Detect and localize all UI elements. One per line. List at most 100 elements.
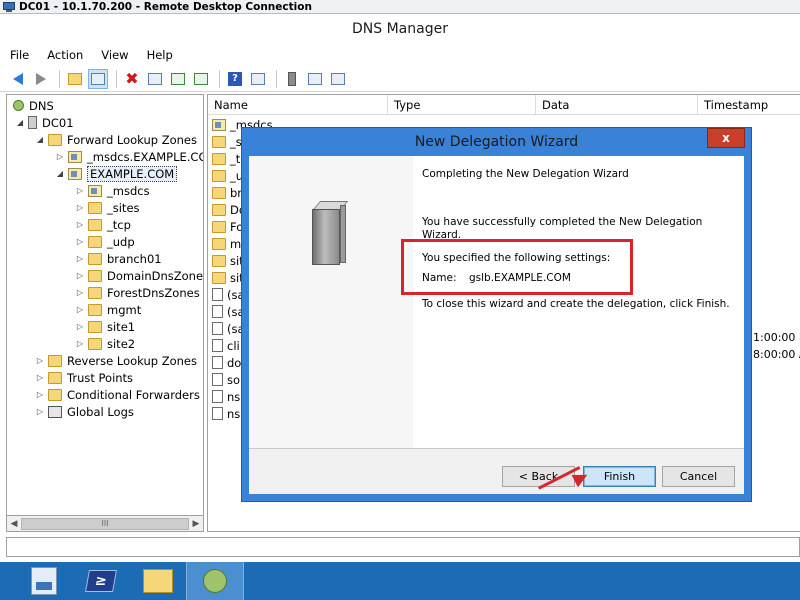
tree-item-msdcs-zone[interactable]: ▷ _msdcs.EXAMPLE.CO: [55, 148, 203, 165]
expand-arrow-icon[interactable]: ▷: [35, 390, 45, 399]
timestamp-cell: 8:00:00 A: [753, 348, 800, 361]
properties-button[interactable]: [145, 69, 165, 89]
expand-arrow-icon[interactable]: ▷: [75, 305, 85, 314]
cancel-button[interactable]: Cancel: [662, 466, 735, 487]
up-one-level-button[interactable]: [65, 69, 85, 89]
console-tree[interactable]: DNS ◢ DC01 ◢ Forward Lookup Zones ▷ _msd…: [6, 94, 204, 516]
tree-item-global-logs[interactable]: ▷ Global Logs: [35, 403, 134, 420]
folder-icon: [88, 286, 102, 299]
delete-button[interactable]: ✖: [122, 69, 142, 89]
expand-arrow-icon[interactable]: ▷: [75, 254, 85, 263]
list-item[interactable]: sit: [212, 269, 244, 286]
folder-icon: [88, 235, 102, 248]
back-arrow-icon: [13, 72, 23, 85]
column-header-type[interactable]: Type: [388, 95, 536, 115]
expand-arrow-icon[interactable]: ▷: [75, 339, 85, 348]
column-header-name[interactable]: Name: [208, 95, 388, 115]
tree-item-conditional-forwarders[interactable]: ▷ Conditional Forwarders: [35, 386, 200, 403]
tree-item-mgmt[interactable]: ▷ mgmt: [75, 301, 141, 318]
collapse-arrow-icon[interactable]: ◢: [15, 118, 25, 127]
tree-item-server[interactable]: ◢ DC01: [15, 114, 74, 131]
show-hide-console-tree-button[interactable]: [88, 68, 108, 89]
server-button[interactable]: [282, 69, 302, 89]
collapse-arrow-icon[interactable]: ◢: [35, 135, 45, 144]
new-record-button[interactable]: [328, 69, 348, 89]
list-item[interactable]: Fo: [212, 218, 243, 235]
column-header-timestamp[interactable]: Timestamp: [698, 95, 800, 115]
taskbar-server-manager[interactable]: [15, 562, 72, 600]
scroll-right-icon[interactable]: ▶: [189, 519, 203, 529]
list-item[interactable]: (sa: [212, 303, 245, 320]
taskbar: ≥: [0, 562, 800, 600]
new-record-icon: [331, 72, 345, 85]
help-button[interactable]: ?: [225, 69, 245, 89]
tree-item-tcp[interactable]: ▷ _tcp: [75, 216, 131, 233]
tree-item-sites[interactable]: ▷ _sites: [75, 199, 140, 216]
toolbar-separator: [116, 69, 117, 88]
list-item[interactable]: br: [212, 184, 242, 201]
expand-arrow-icon[interactable]: ▷: [75, 203, 85, 212]
collapse-arrow-icon[interactable]: ◢: [55, 169, 65, 178]
tree-item-forward-lookup-zones[interactable]: ◢ Forward Lookup Zones: [35, 131, 197, 148]
menu-file[interactable]: File: [10, 48, 29, 62]
record-icon: [212, 322, 223, 335]
back-button[interactable]: [8, 69, 28, 89]
zone-button[interactable]: [305, 69, 325, 89]
expand-arrow-icon[interactable]: ▷: [55, 152, 65, 161]
wizard-title: New Delegation Wizard: [414, 134, 579, 150]
list-item[interactable]: _si: [212, 133, 245, 150]
tree-item-dns[interactable]: DNS: [13, 97, 54, 114]
close-icon: x: [722, 131, 730, 145]
tree-item-site2[interactable]: ▷ site2: [75, 335, 135, 352]
menu-help[interactable]: Help: [147, 48, 173, 62]
menu-action[interactable]: Action: [47, 48, 83, 62]
tree-item-trust-points[interactable]: ▷ Trust Points: [35, 369, 133, 386]
highlight-annotation-box: [401, 239, 633, 295]
menu-view[interactable]: View: [101, 48, 128, 62]
tree-item-domaindnszones[interactable]: ▷ DomainDnsZones: [75, 267, 203, 284]
list-item[interactable]: ns: [212, 388, 240, 405]
scroll-thumb[interactable]: III: [21, 517, 189, 530]
tree-item-msdcs[interactable]: ▷ _msdcs: [75, 182, 150, 199]
export-list-button[interactable]: [191, 69, 211, 89]
tree-item-forestdnszones[interactable]: ▷ ForestDnsZones: [75, 284, 200, 301]
list-item[interactable]: so: [212, 371, 240, 388]
tree-item-site1[interactable]: ▷ site1: [75, 318, 135, 335]
refresh-button[interactable]: [168, 69, 188, 89]
finish-button[interactable]: Finish: [583, 466, 656, 487]
column-header-data[interactable]: Data: [536, 95, 698, 115]
tree-item-udp[interactable]: ▷ _udp: [75, 233, 135, 250]
expand-arrow-icon[interactable]: ▷: [75, 220, 85, 229]
expand-arrow-icon[interactable]: ▷: [75, 322, 85, 331]
scroll-left-icon[interactable]: ◀: [7, 519, 21, 529]
expand-arrow-icon[interactable]: ▷: [35, 407, 45, 416]
list-item[interactable]: ns: [212, 405, 240, 422]
tree-item-branch01[interactable]: ▷ branch01: [75, 250, 162, 267]
taskbar-dns-manager[interactable]: [186, 562, 244, 600]
forward-button[interactable]: [31, 69, 51, 89]
dns-manager-icon: [203, 569, 227, 593]
taskbar-file-explorer[interactable]: [129, 562, 186, 600]
action-pane-button[interactable]: [248, 69, 268, 89]
tree-item-example-zone[interactable]: ◢ EXAMPLE.COM: [55, 165, 178, 182]
list-item[interactable]: m: [212, 235, 241, 252]
list-item[interactable]: do: [212, 354, 241, 371]
tree-item-reverse-lookup-zones[interactable]: ▷ Reverse Lookup Zones: [35, 352, 197, 369]
tree-horizontal-scrollbar[interactable]: ◀ III ▶: [6, 516, 204, 532]
expand-arrow-icon[interactable]: ▷: [35, 356, 45, 365]
folder-icon: [48, 133, 62, 146]
expand-arrow-icon[interactable]: ▷: [75, 271, 85, 280]
expand-arrow-icon[interactable]: ▷: [75, 237, 85, 246]
expand-arrow-icon[interactable]: ▷: [35, 373, 45, 382]
record-icon: [212, 288, 223, 301]
taskbar-powershell[interactable]: ≥: [72, 562, 129, 600]
wizard-divider: [249, 448, 744, 449]
expand-arrow-icon[interactable]: ▷: [75, 186, 85, 195]
expand-arrow-icon[interactable]: ▷: [75, 288, 85, 297]
close-button[interactable]: x: [707, 128, 745, 148]
list-item[interactable]: (sa: [212, 320, 245, 337]
list-item[interactable]: sit: [212, 252, 244, 269]
remote-desktop-icon: [2, 1, 16, 13]
list-item[interactable]: (sa: [212, 286, 245, 303]
list-item[interactable]: cli: [212, 337, 240, 354]
